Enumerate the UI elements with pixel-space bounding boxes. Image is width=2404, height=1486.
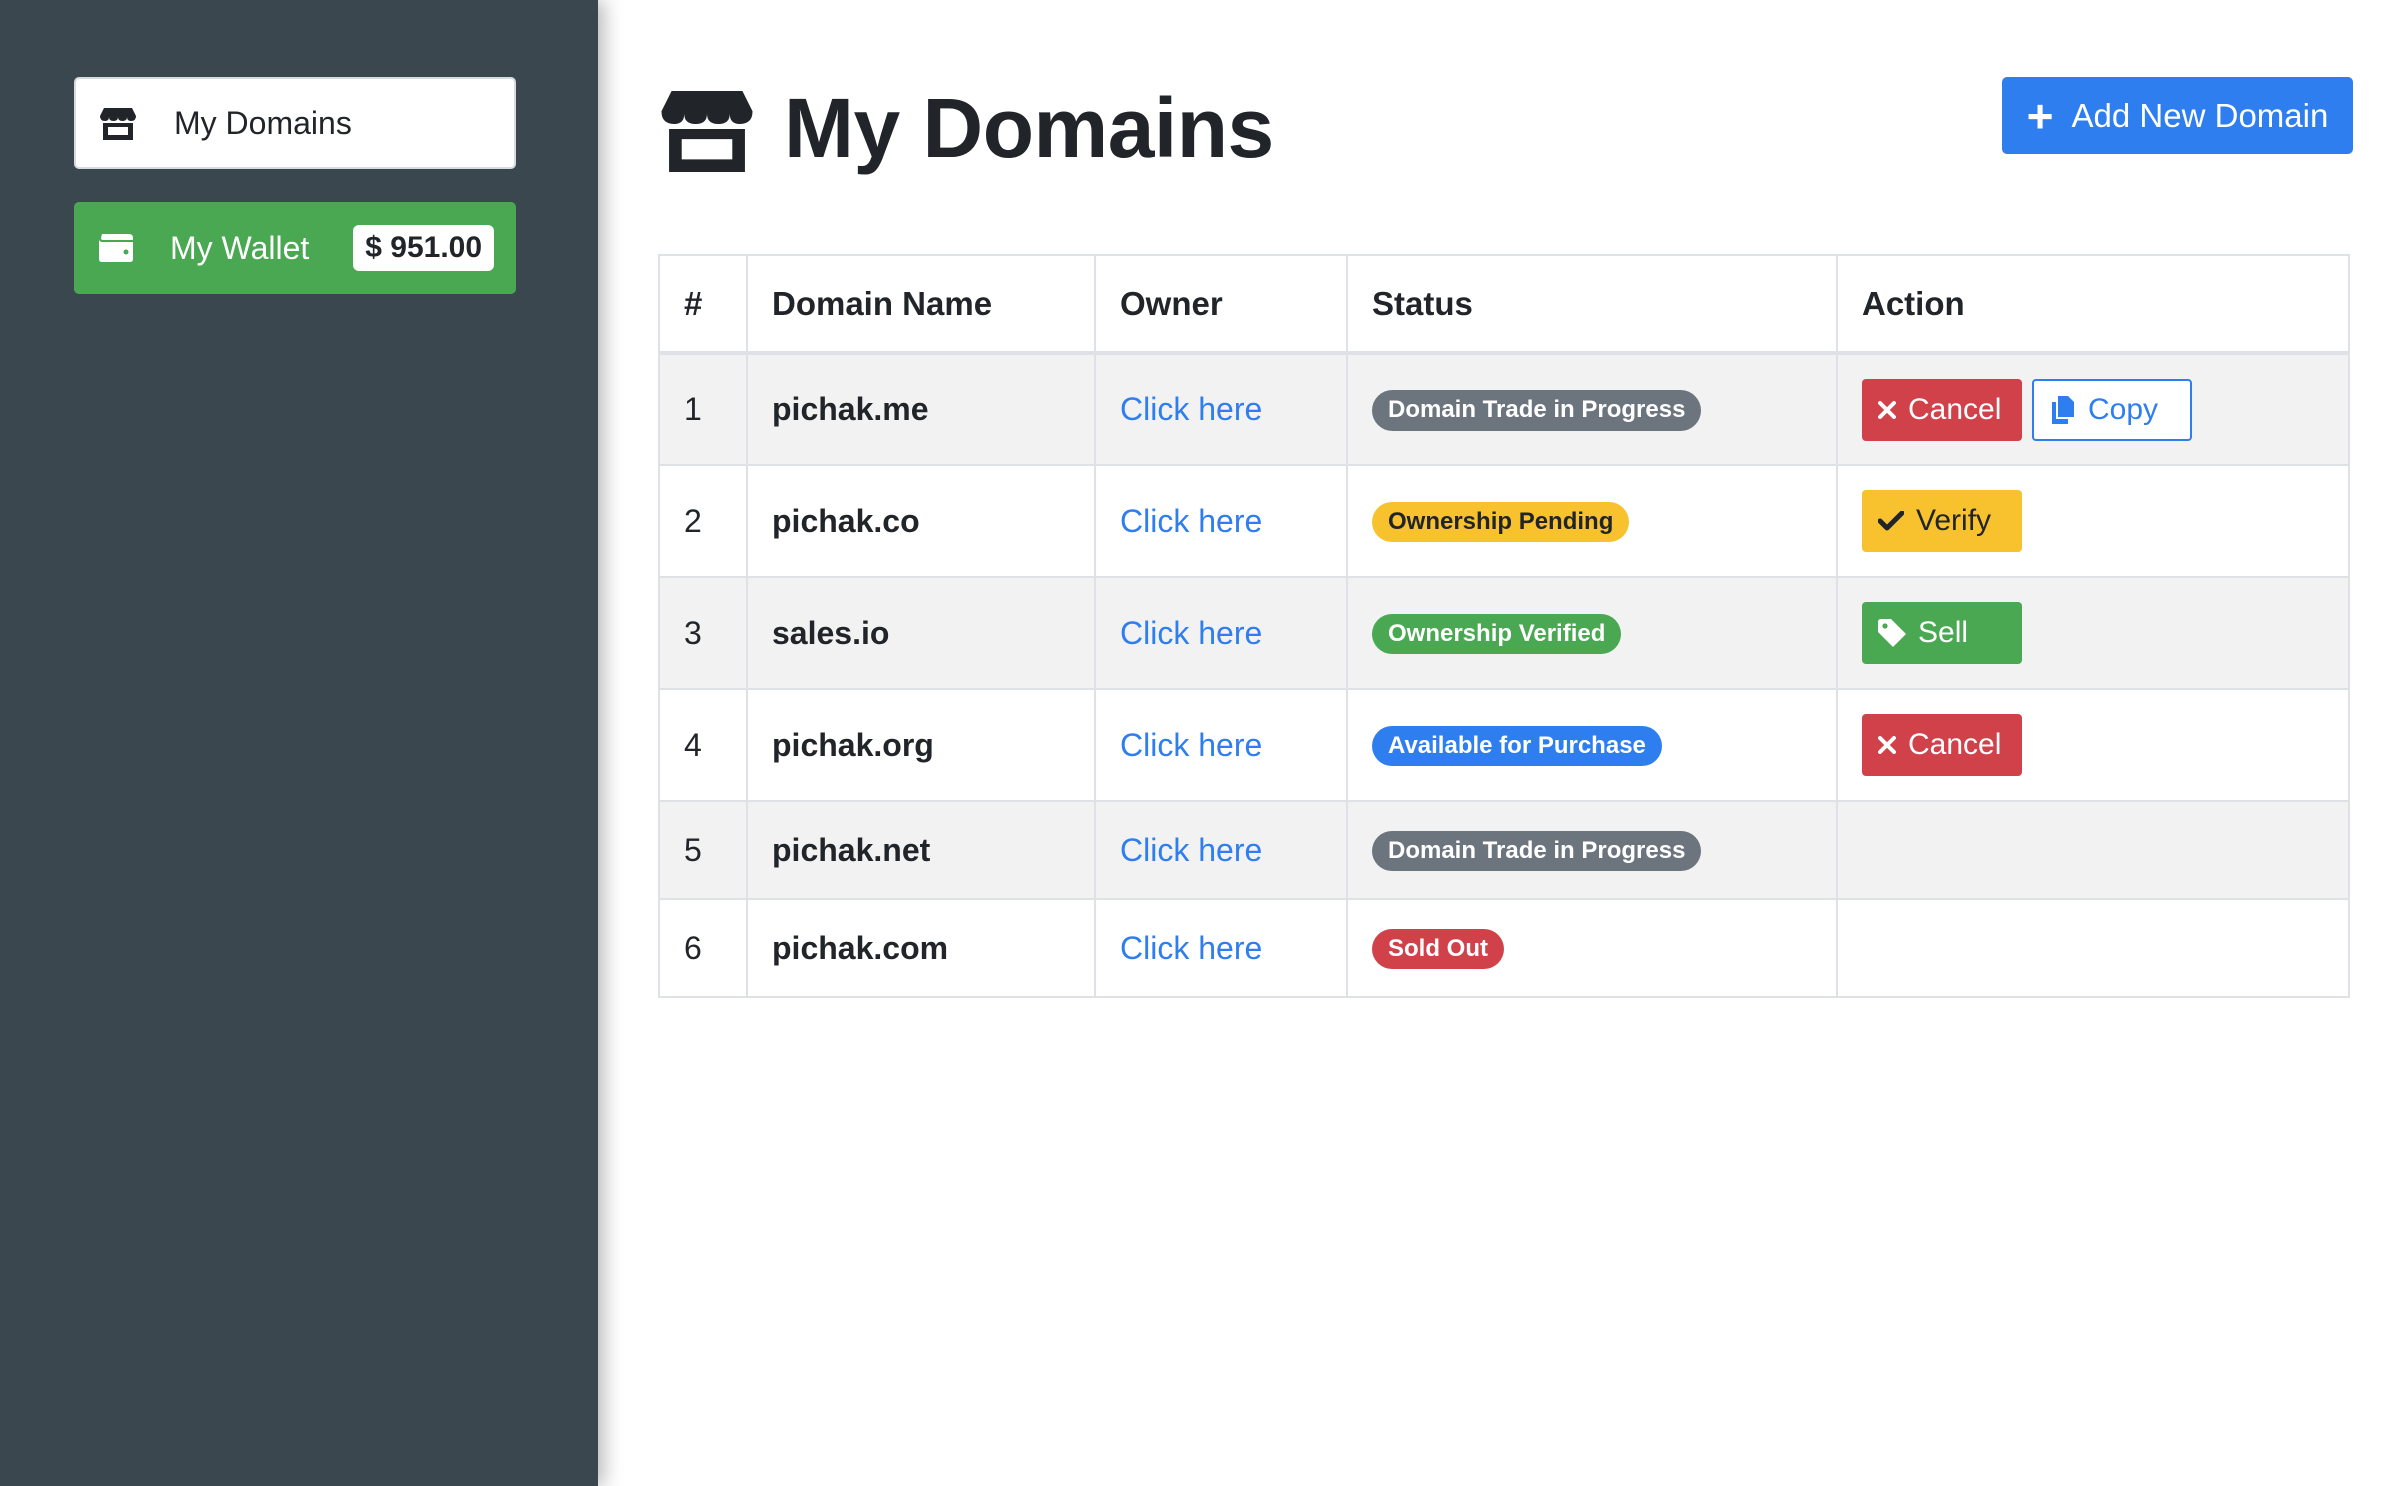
status-cell: Domain Trade in Progress (1346, 800, 1838, 900)
row-number: 6 (658, 898, 748, 998)
copy-icon (2050, 395, 2076, 424)
page-title-text: My Domains (784, 81, 1274, 175)
table-row: 4 pichak.org Click here Available for Pu… (658, 688, 2350, 802)
sidebar-item-my-domains[interactable]: My Domains (74, 77, 516, 169)
store-icon (661, 90, 753, 172)
check-icon (1878, 511, 1904, 531)
domain-name: pichak.co (746, 464, 1096, 578)
row-number: 2 (658, 464, 748, 578)
column-header-domain-name: Domain Name (746, 254, 1096, 355)
owner-link[interactable]: Click here (1120, 615, 1262, 651)
owner-link[interactable]: Click here (1120, 391, 1262, 427)
table-row: 3 sales.io Click here Ownership Verified… (658, 576, 2350, 690)
row-number: 5 (658, 800, 748, 900)
column-header-action: Action (1836, 254, 2350, 355)
x-icon (1878, 736, 1896, 754)
status-badge: Domain Trade in Progress (1372, 390, 1702, 431)
sidebar-item-label: My Wallet (170, 229, 310, 266)
status-badge: Ownership Pending (1372, 501, 1630, 543)
owner-cell: Click here (1094, 898, 1348, 998)
wallet-icon (96, 228, 136, 268)
owner-cell: Click here (1094, 576, 1348, 690)
status-cell: Sold Out (1346, 898, 1838, 998)
domain-name: sales.io (746, 576, 1096, 690)
copy-button-label: Copy (2088, 392, 2159, 426)
cancel-button[interactable]: Cancel (1862, 378, 2022, 441)
status-cell: Domain Trade in Progress (1346, 352, 1838, 466)
column-header-status: Status (1346, 254, 1838, 355)
add-new-domain-button[interactable]: + Add New Domain (2002, 77, 2353, 154)
table-row: 5 pichak.net Click here Domain Trade in … (658, 800, 2350, 900)
sidebar-item-label: My Domains (174, 104, 352, 141)
status-badge: Sold Out (1372, 928, 1504, 970)
owner-cell: Click here (1094, 464, 1348, 578)
sidebar: My Domains My Wallet $ 951.00 (0, 0, 598, 1486)
domain-name: pichak.org (746, 688, 1096, 802)
owner-link[interactable]: Click here (1120, 930, 1262, 966)
domain-name: pichak.net (746, 800, 1096, 900)
row-number: 4 (658, 688, 748, 802)
domains-table: # Domain Name Owner Status Action 1 pich… (658, 254, 2350, 998)
owner-link[interactable]: Click here (1120, 727, 1262, 763)
action-cell: Cancel (1836, 688, 2350, 802)
table-header-row: # Domain Name Owner Status Action (658, 254, 2350, 355)
sidebar-item-my-wallet[interactable]: My Wallet $ 951.00 (74, 202, 516, 294)
main-content: My Domains + Add New Domain # Domain Nam… (598, 0, 2404, 1486)
owner-cell: Click here (1094, 688, 1348, 802)
sell-button[interactable]: Sell (1862, 602, 2022, 664)
verify-button[interactable]: Verify (1862, 490, 2022, 552)
status-badge: Available for Purchase (1372, 725, 1662, 767)
owner-cell: Click here (1094, 352, 1348, 466)
table-row: 6 pichak.com Click here Sold Out (658, 898, 2350, 998)
cancel-button-label: Cancel (1908, 728, 2002, 761)
status-cell: Available for Purchase (1346, 688, 1838, 802)
domain-name: pichak.com (746, 898, 1096, 998)
domain-name: pichak.me (746, 352, 1096, 466)
owner-link[interactable]: Click here (1120, 832, 1262, 868)
store-icon (98, 103, 138, 143)
status-badge: Domain Trade in Progress (1372, 830, 1702, 872)
owner-link[interactable]: Click here (1120, 503, 1262, 539)
cancel-button-label: Cancel (1908, 392, 2002, 426)
action-cell: Verify (1836, 464, 2350, 578)
column-header-number: # (658, 254, 748, 355)
cancel-button[interactable]: Cancel (1862, 714, 2022, 776)
status-cell: Ownership Verified (1346, 576, 1838, 690)
action-cell (1836, 898, 2350, 998)
wallet-balance-badge: $ 951.00 (353, 225, 495, 271)
status-cell: Ownership Pending (1346, 464, 1838, 578)
owner-cell: Click here (1094, 800, 1348, 900)
row-number: 3 (658, 576, 748, 690)
plus-icon: + (2026, 89, 2054, 142)
tag-icon (1878, 619, 1906, 647)
add-button-label: Add New Domain (2071, 96, 2329, 134)
action-cell: Sell (1836, 576, 2350, 690)
page-title: My Domains (658, 80, 1274, 177)
row-number: 1 (658, 352, 748, 466)
x-icon (1878, 400, 1896, 419)
verify-button-label: Verify (1916, 504, 1992, 537)
sell-button-label: Sell (1918, 616, 1969, 649)
copy-button[interactable]: Copy (2032, 378, 2192, 441)
action-cell: Cancel Copy (1836, 352, 2350, 466)
column-header-owner: Owner (1094, 254, 1348, 355)
table-row: 1 pichak.me Click here Domain Trade in P… (658, 352, 2350, 466)
action-cell (1836, 800, 2350, 900)
status-badge: Ownership Verified (1372, 613, 1622, 655)
table-row: 2 pichak.co Click here Ownership Pending… (658, 464, 2350, 578)
